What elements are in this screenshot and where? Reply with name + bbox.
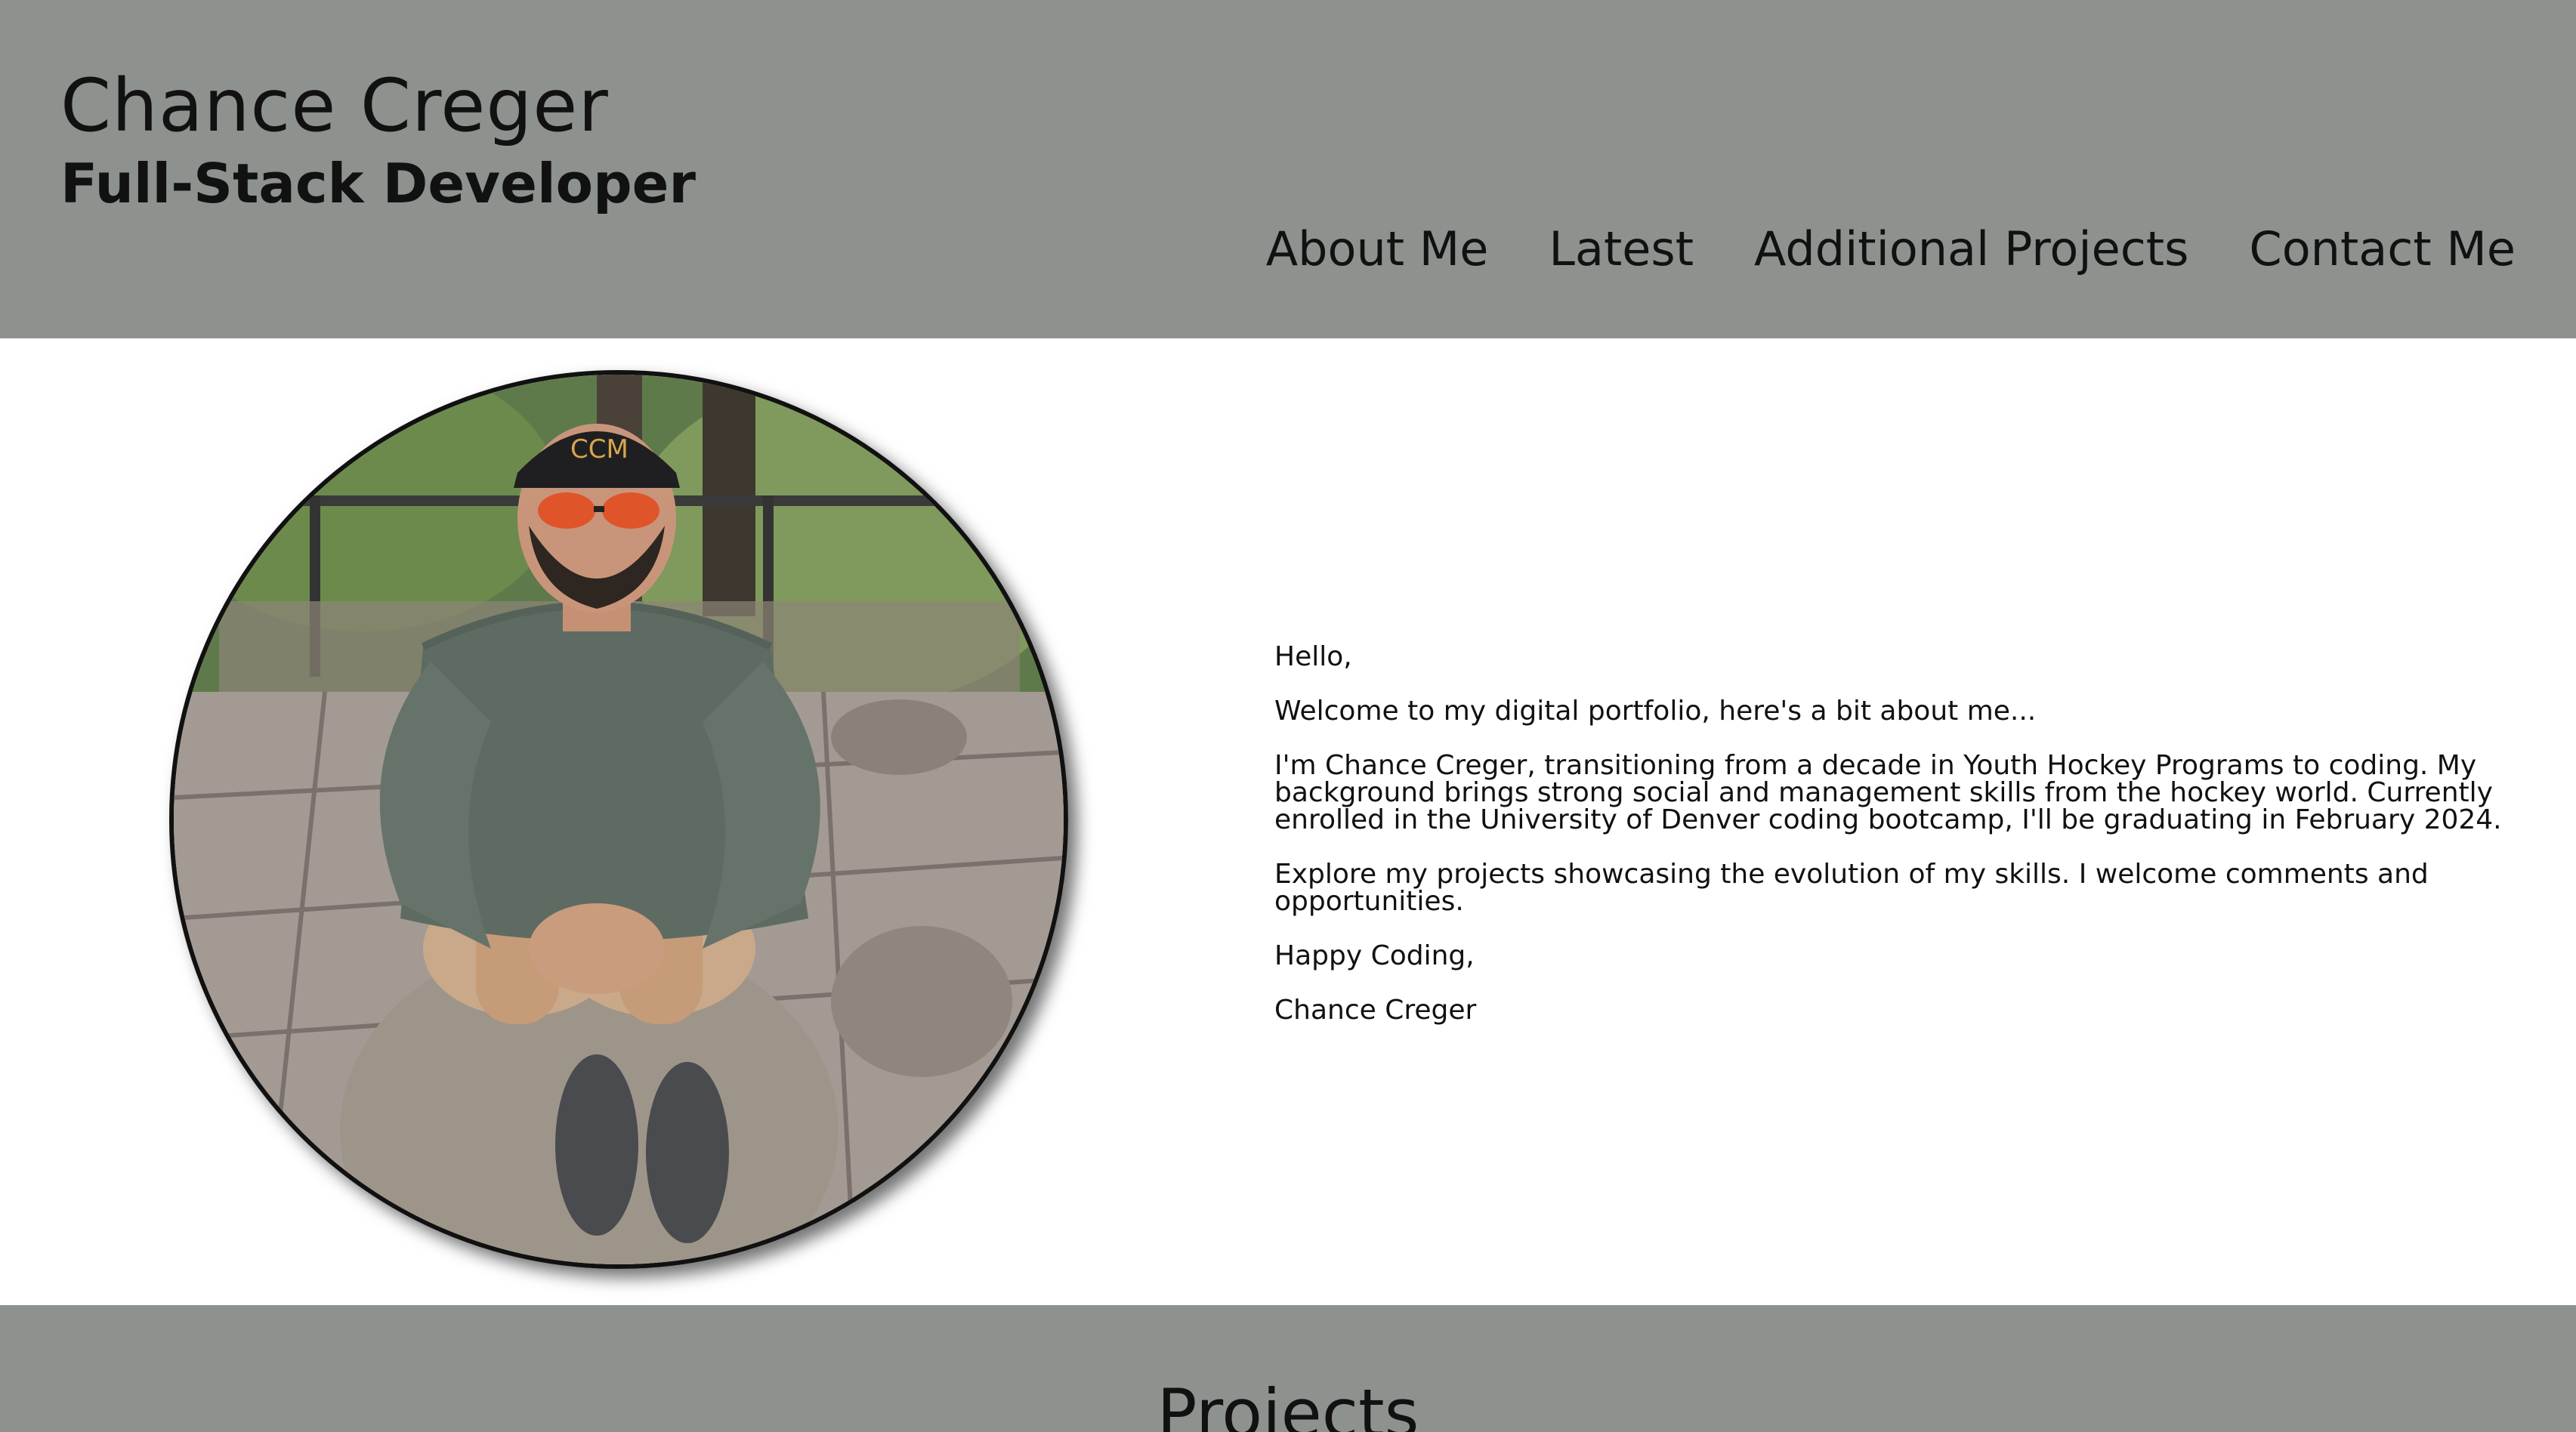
bio-signature: Chance Creger: [1274, 995, 1477, 1026]
projects-section: Projects: [0, 1305, 2576, 1432]
bio-greeting: Hello,: [1274, 641, 1352, 672]
profile-photo: CCM: [169, 370, 1068, 1269]
bio-signoff: Happy Coding,: [1274, 940, 1475, 971]
nav-contact-me[interactable]: Contact Me: [2249, 223, 2516, 275]
nav-latest[interactable]: Latest: [1549, 223, 1694, 275]
nav-about-me[interactable]: About Me: [1266, 223, 1489, 275]
main-nav: About Me Latest Additional Projects Cont…: [1266, 223, 2516, 275]
site-name: Chance Creger: [60, 63, 609, 148]
bio-explore: Explore my projects showcasing the evolu…: [1274, 859, 2429, 917]
svg-text:CCM: CCM: [570, 434, 629, 464]
bio-welcome: Welcome to my digital portfolio, here's …: [1274, 696, 2037, 727]
about-section: CCM Hello, Welcome to my digital portfol…: [0, 338, 2576, 1305]
bio-background: I'm Chance Creger, transitioning from a …: [1274, 750, 2502, 835]
bio-text: Hello, Welcome to my digital portfolio, …: [1274, 643, 2544, 1051]
projects-heading: Projects: [1157, 1375, 1419, 1432]
site-tagline: Full-Stack Developer: [60, 152, 696, 215]
nav-additional-projects[interactable]: Additional Projects: [1754, 223, 2188, 275]
site-header: Chance Creger Full-Stack Developer About…: [0, 0, 2576, 338]
